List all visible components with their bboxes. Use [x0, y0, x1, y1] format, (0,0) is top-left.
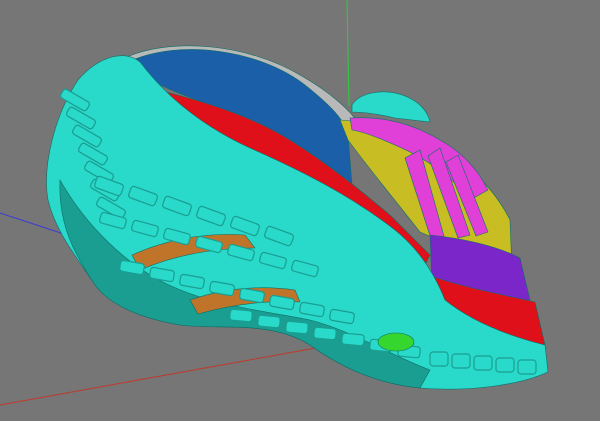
scene-canvas — [0, 0, 600, 421]
traction-pod — [377, 332, 415, 352]
lug — [473, 355, 493, 371]
3d-viewport[interactable] — [0, 0, 600, 421]
lug — [257, 314, 281, 329]
lug — [495, 357, 515, 373]
lug — [451, 353, 471, 369]
lug — [517, 359, 537, 375]
lug — [341, 332, 365, 347]
lug — [285, 320, 309, 335]
lug — [429, 351, 449, 367]
lug — [229, 308, 253, 323]
lug — [313, 326, 337, 341]
